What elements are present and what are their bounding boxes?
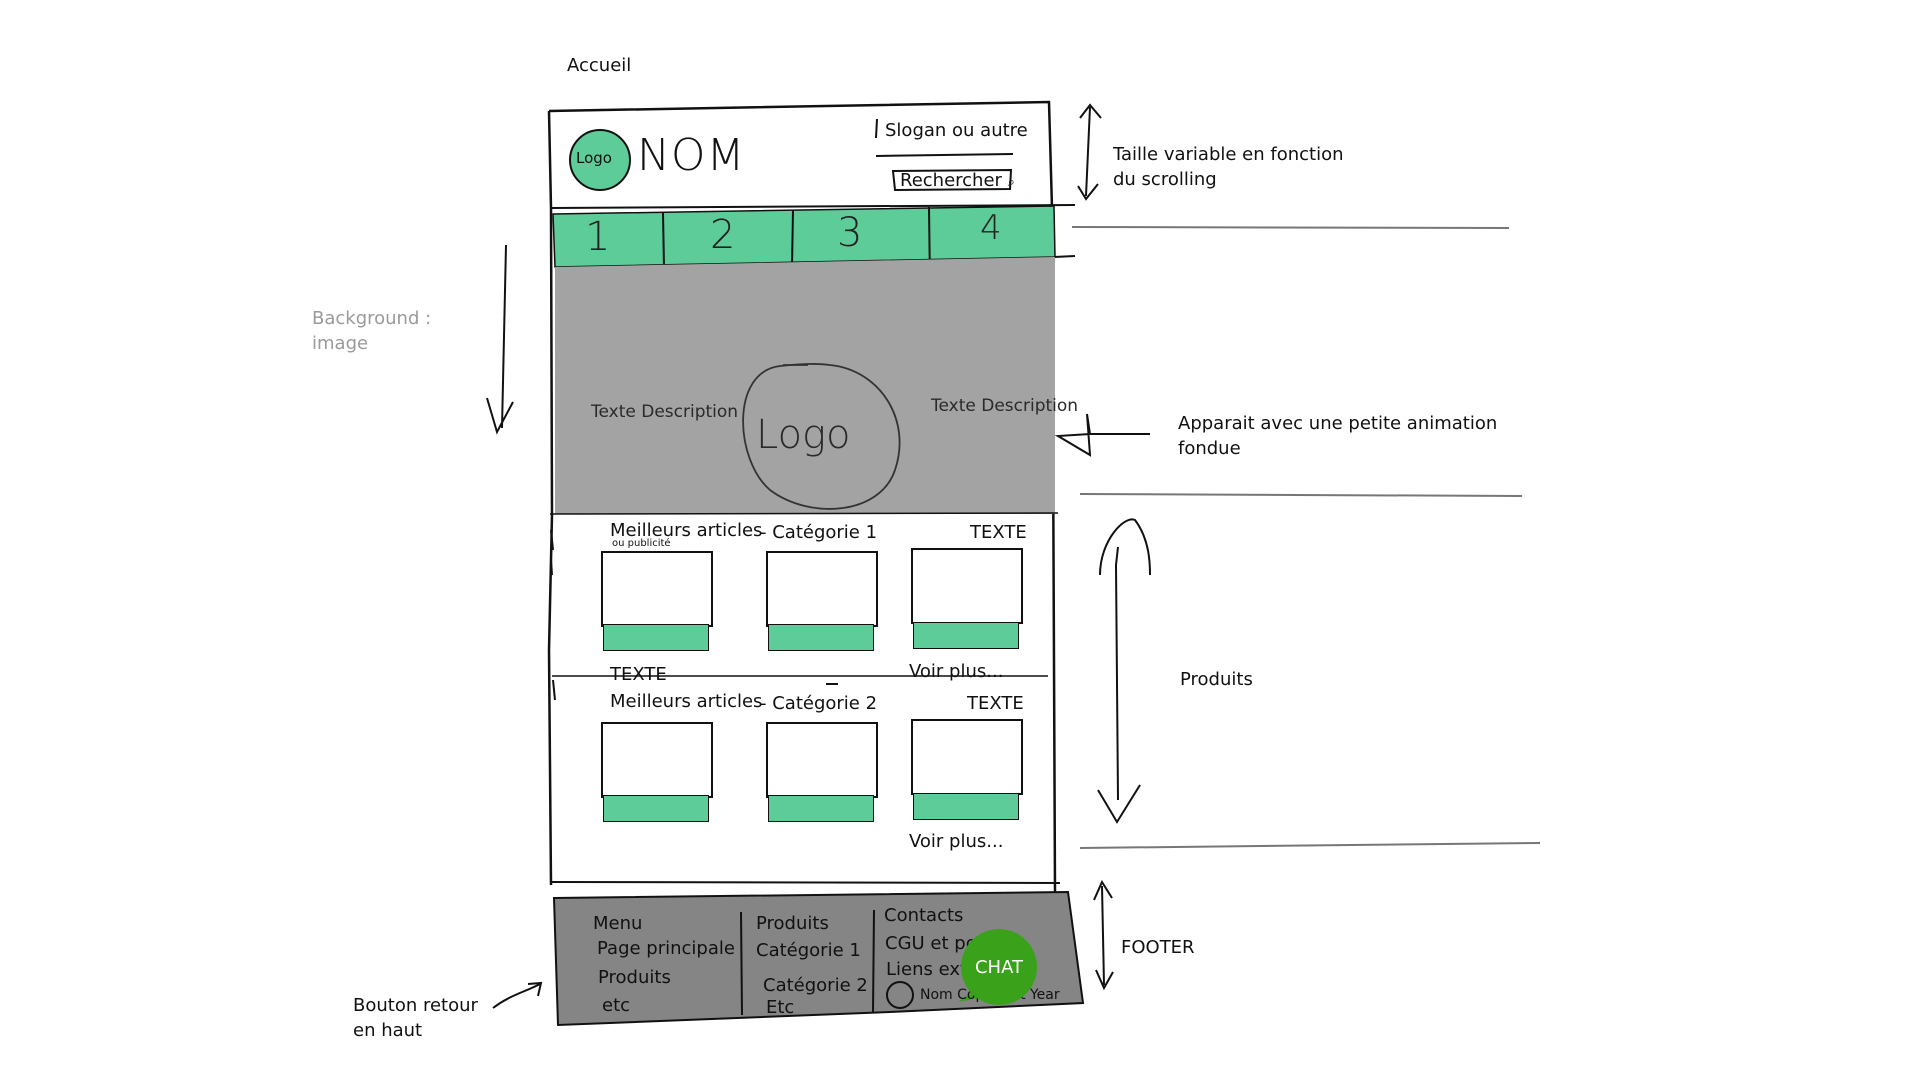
section2-category: - Catégorie 2 bbox=[760, 693, 878, 714]
footer-link-etc[interactable]: etc bbox=[602, 995, 630, 1016]
product-card[interactable] bbox=[911, 548, 1023, 624]
nav-item-2[interactable]: 2 bbox=[710, 212, 735, 258]
product-card-bar bbox=[913, 793, 1019, 820]
site-name: NOM bbox=[637, 130, 746, 181]
back-to-top-note: Bouton retour en haut bbox=[353, 995, 478, 1041]
section1-subtitle: ou publicité bbox=[612, 538, 671, 549]
nav-item-1[interactable]: 1 bbox=[585, 214, 610, 260]
products-arrow bbox=[1097, 518, 1151, 824]
footer-link-category2[interactable]: Catégorie 2 bbox=[763, 975, 868, 996]
product-card-bar bbox=[768, 795, 874, 822]
search-button[interactable]: Rechercher ⌕ bbox=[900, 170, 1015, 191]
footer-link-etc2[interactable]: Etc bbox=[766, 997, 794, 1018]
header-note: Taille variable en fonction du scrolling bbox=[1113, 144, 1344, 190]
section2-right-label: TEXTE bbox=[967, 693, 1024, 714]
animation-note: Apparait avec une petite animation fondu… bbox=[1178, 413, 1498, 459]
footer-link-home[interactable]: Page principale bbox=[597, 938, 735, 959]
background-note: Background : image bbox=[312, 308, 432, 354]
nav-item-3[interactable]: 3 bbox=[837, 210, 862, 256]
footer-col2-heading: Produits bbox=[756, 913, 829, 934]
page-title: Accueil bbox=[567, 55, 632, 76]
product-card[interactable] bbox=[601, 551, 713, 627]
hero-right-text: Texte Description bbox=[931, 396, 1079, 416]
footer-col3-heading: Contacts bbox=[884, 905, 964, 926]
back-to-top-arrow bbox=[492, 981, 543, 1009]
product-card-bar bbox=[603, 624, 709, 651]
page-frame-left bbox=[547, 110, 554, 886]
header-logo-label: Logo bbox=[576, 149, 612, 167]
footer-arrow bbox=[1093, 879, 1114, 991]
section1-see-more-link[interactable]: Voir plus... bbox=[909, 661, 1003, 682]
footer-link-products[interactable]: Produits bbox=[598, 967, 671, 988]
section2-see-more-link[interactable]: Voir plus... bbox=[909, 831, 1003, 852]
product-card[interactable] bbox=[601, 722, 713, 798]
footer-link-category1[interactable]: Catégorie 1 bbox=[756, 940, 861, 961]
search-icon: ⌕ bbox=[1007, 175, 1015, 190]
hero-background bbox=[555, 257, 1055, 514]
section1-category: - Catégorie 1 bbox=[760, 522, 878, 543]
footer-note: FOOTER bbox=[1121, 937, 1195, 958]
product-card-bar bbox=[603, 795, 709, 822]
header-size-arrow bbox=[1077, 103, 1102, 201]
section1-right-label: TEXTE bbox=[970, 522, 1027, 543]
product-card[interactable] bbox=[766, 551, 878, 627]
animation-arrow bbox=[1054, 413, 1150, 457]
section1-bottom-text: TEXTE bbox=[610, 664, 667, 685]
section2-title: Meilleurs articles bbox=[610, 691, 763, 712]
products-note: Produits bbox=[1180, 669, 1253, 690]
footer-col1-heading: Menu bbox=[593, 913, 643, 934]
product-card-bar bbox=[913, 622, 1019, 649]
search-label: Rechercher bbox=[900, 170, 1002, 191]
background-arrow bbox=[486, 244, 514, 435]
product-card-bar bbox=[768, 624, 874, 651]
footer-link-cgu[interactable]: CGU et po bbox=[885, 933, 977, 954]
product-card[interactable] bbox=[911, 719, 1023, 795]
slogan: Slogan ou autre bbox=[885, 120, 1028, 141]
product-card[interactable] bbox=[766, 722, 878, 798]
hero-logo-label: Logo bbox=[756, 412, 851, 458]
chat-button[interactable]: CHAT bbox=[961, 929, 1037, 1005]
hero-left-text: Texte Description bbox=[591, 402, 739, 422]
nav-item-4[interactable]: 4 bbox=[980, 208, 1002, 248]
chat-label: CHAT bbox=[974, 956, 1023, 978]
